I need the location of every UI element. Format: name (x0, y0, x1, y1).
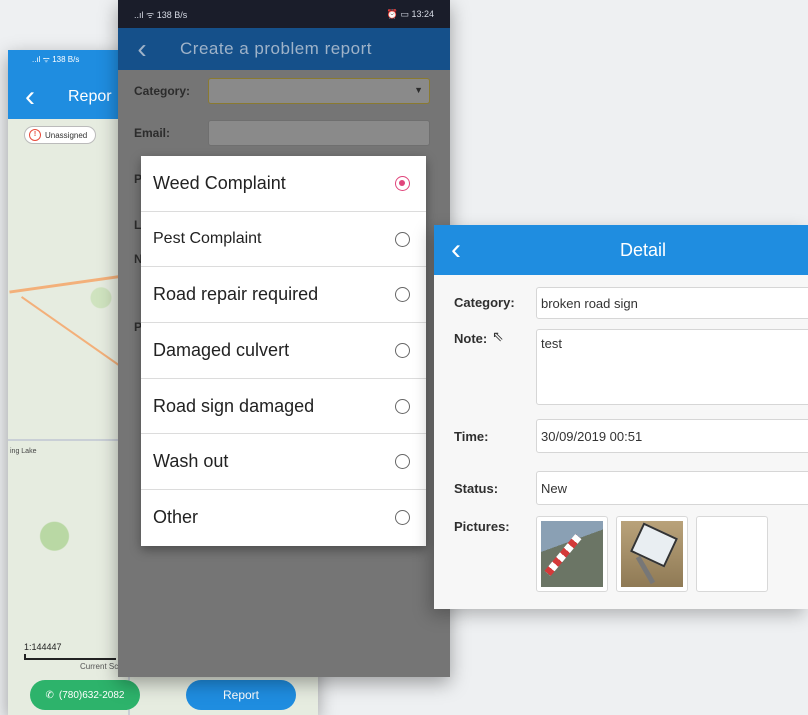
map-title: Repor (68, 87, 112, 105)
radio-icon[interactable] (395, 454, 410, 470)
picture-thumbnail[interactable] (536, 516, 608, 592)
status-left: ..ıl ᯤ 138 B/s (134, 9, 188, 20)
time-value: 30/09/2019 00:51 (536, 419, 808, 453)
report-title: Create a problem report (180, 39, 372, 58)
category-option-other[interactable]: Other (141, 490, 426, 546)
category-dropdown-dialog: Weed Complaint Pest Complaint Road repai… (141, 156, 426, 546)
option-label: Other (153, 507, 199, 528)
time-label: Time: (454, 429, 489, 444)
radio-icon[interactable] (395, 398, 410, 414)
radio-icon[interactable] (395, 231, 410, 247)
legend-chips: ! Unassigned (24, 126, 97, 144)
radio-icon[interactable] (395, 287, 410, 303)
note-value: test (536, 329, 808, 405)
category-select[interactable]: ▼ (208, 78, 430, 104)
status-label: Status: (454, 481, 499, 496)
call-button-label: (780)632-2082 (58, 689, 125, 701)
scale-bar (24, 654, 116, 660)
option-label: Road repair required (153, 284, 319, 305)
dropdown-arrow-icon: ▼ (414, 85, 423, 95)
scale-caption: Current Sc (80, 662, 119, 671)
status-value: New (536, 471, 808, 505)
alert-icon: ! (29, 129, 41, 141)
detail-screen: ‹ Detail Category: broken road sign Note… (434, 225, 808, 609)
report-app-bar: ‹ Create a problem report (118, 28, 450, 70)
detail-title: Detail (620, 239, 667, 260)
call-button[interactable]: ✆ (780)632-2082 (30, 680, 140, 710)
category-label: Category: (134, 84, 191, 98)
back-arrow-icon[interactable]: ‹ (8, 77, 52, 117)
category-option-weed[interactable]: Weed Complaint (141, 156, 426, 212)
radio-icon[interactable] (395, 342, 410, 358)
status-right: ⏰ ▭ 13:24 (386, 8, 434, 19)
note-label: Note: (454, 331, 488, 346)
category-option-wash-out[interactable]: Wash out (141, 434, 426, 491)
email-field[interactable] (208, 120, 430, 146)
category-option-culvert[interactable]: Damaged culvert (141, 323, 426, 379)
category-value: broken road sign (536, 287, 808, 319)
option-label: Wash out (153, 451, 229, 472)
road-sign-photo (621, 521, 683, 587)
picture-thumbnail[interactable] (616, 516, 688, 592)
email-label: Email: (134, 126, 171, 140)
empty-picture-slot[interactable] (696, 516, 768, 592)
road-sign-photo (541, 521, 603, 587)
radio-icon[interactable] (395, 510, 410, 526)
option-label: Road sign damaged (153, 395, 315, 416)
legend-label: Unassigned (45, 130, 88, 140)
status-bar: ..ıl ᯤ 138 B/s ⏰ ▭ 13:24 (118, 0, 450, 28)
option-label: Weed Complaint (153, 172, 286, 193)
email-row: Email: (134, 120, 430, 146)
phone-icon: ✆ (45, 689, 54, 701)
category-row: Category: ▼ (134, 78, 430, 104)
detail-app-bar: ‹ Detail (434, 225, 808, 275)
map-scale: 1:144447 (24, 642, 62, 652)
option-label: Pest Complaint (153, 230, 262, 248)
pictures-label: Pictures: (454, 519, 510, 534)
back-arrow-icon[interactable]: ‹ (118, 33, 166, 65)
report-button[interactable]: Report (186, 680, 296, 710)
radio-selected-icon[interactable] (395, 175, 410, 191)
mouse-pointer-icon: ⇖ (492, 328, 504, 344)
category-option-pest[interactable]: Pest Complaint (141, 212, 426, 268)
category-label: Category: (454, 295, 515, 310)
option-label: Damaged culvert (153, 339, 290, 360)
category-option-road-repair[interactable]: Road repair required (141, 267, 426, 324)
legend-chip-unassigned[interactable]: ! Unassigned (24, 126, 97, 144)
back-arrow-icon[interactable]: ‹ (434, 228, 478, 272)
map-place-label: ing Lake (10, 448, 37, 455)
category-option-road-sign[interactable]: Road sign damaged (141, 379, 426, 435)
